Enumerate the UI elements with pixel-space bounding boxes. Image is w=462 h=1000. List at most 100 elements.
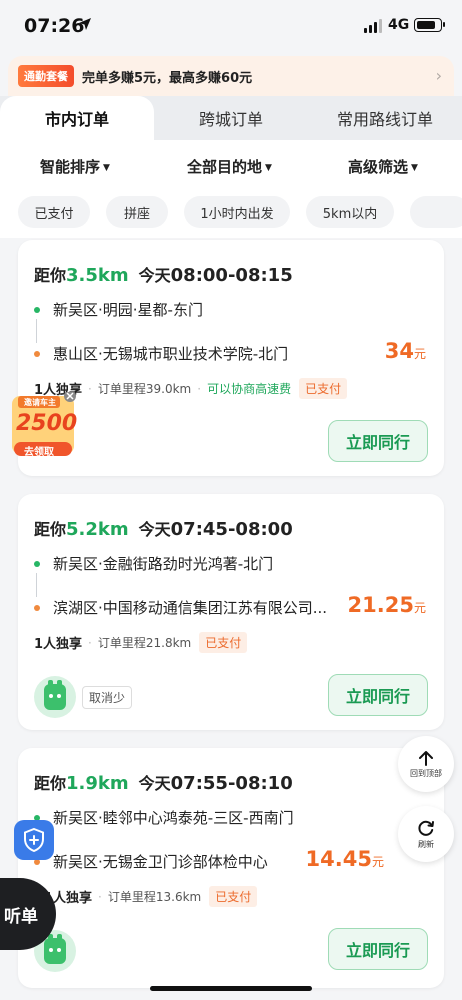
- order-card[interactable]: 距你3.5km 今天08:00-08:15 新吴区·明园·星都-东门 惠山区·无锡…: [18, 240, 444, 476]
- caret-down-icon: ▼: [103, 163, 110, 173]
- back-to-top-button[interactable]: 回到顶部: [398, 736, 454, 792]
- order-price: 34元: [385, 339, 426, 363]
- price-unit: 元: [371, 855, 384, 869]
- quick-filter-chips: 已支付 拼座 1小时内出发 5km以内: [0, 192, 462, 238]
- order-mileage: 订单里程39.0km: [97, 382, 192, 396]
- origin-address: 新吴区·睦邻中心鸿泰苑-三区-西南门: [53, 809, 294, 827]
- seat-type: 1人独享: [34, 637, 83, 652]
- caret-down-icon: ▼: [265, 163, 272, 173]
- refresh-button[interactable]: 刷新: [398, 806, 454, 862]
- origin-address: 新吴区·明园·星都-东门: [53, 301, 203, 319]
- route-line: [36, 319, 37, 343]
- paid-badge: 已支付: [199, 632, 248, 653]
- order-meta: 1人独享 · 订单里程21.8km 已支付: [34, 632, 248, 653]
- distance-value: 1.9km: [66, 773, 129, 794]
- order-card[interactable]: 距你5.2km 今天07:45-08:00 新吴区·金融街路劲时光鸿著-北门 滨湖…: [18, 494, 444, 730]
- mascot-icon: [44, 680, 66, 710]
- route-line: [36, 573, 37, 597]
- promo-banner[interactable]: 通勤套餐 完单多赚5元，最高多赚60元 ›: [8, 56, 454, 96]
- arrow-up-icon: [419, 751, 433, 766]
- join-ride-button[interactable]: 立即同行: [328, 928, 428, 970]
- price-value: 21.25: [347, 593, 414, 617]
- order-mileage: 订单里程21.8km: [97, 636, 192, 650]
- origin-dot: [34, 307, 40, 313]
- order-distance-time: 距你3.5km 今天08:00-08:15: [34, 262, 293, 286]
- chip-within-5km[interactable]: 5km以内: [306, 196, 394, 228]
- destination-dot: [34, 351, 40, 357]
- filter-destination[interactable]: 全部目的地 ▼: [187, 156, 272, 177]
- order-tabs: 市内订单 跨城订单 常用路线订单: [0, 96, 462, 140]
- chevron-right-icon: ›: [435, 66, 442, 85]
- order-price: 14.45元: [306, 847, 384, 871]
- chip-within-hour[interactable]: 1小时内出发: [184, 196, 290, 228]
- promo-text: 完单多赚5元，最高多赚60元: [82, 70, 253, 86]
- location-arrow-icon: [79, 18, 91, 30]
- filter-sort[interactable]: 智能排序 ▼: [40, 156, 110, 177]
- chip-more[interactable]: [410, 196, 462, 228]
- recruit-driver-badge[interactable]: 邀请车主 2500 去领取: [10, 390, 78, 462]
- order-distance-time: 距你5.2km 今天07:45-08:00: [34, 516, 293, 540]
- destination-address: 新吴区·无锡金卫门诊部体检中心: [53, 853, 268, 871]
- paid-badge: 已支付: [299, 378, 348, 399]
- distance-prefix: 距你: [34, 520, 67, 539]
- order-card[interactable]: 距你1.9km 今天07:55-08:10 新吴区·睦邻中心鸿泰苑-三区-西南门 …: [18, 748, 444, 988]
- tab-city-orders[interactable]: 市内订单: [0, 96, 154, 140]
- time-window: 07:55-08:10: [170, 773, 293, 794]
- close-icon[interactable]: [64, 390, 76, 402]
- tab-intercity-orders[interactable]: 跨城订单: [154, 96, 308, 140]
- shield-plus-icon: [24, 828, 44, 852]
- join-ride-button[interactable]: 立即同行: [328, 420, 428, 462]
- status-bar: 07:26 4G: [0, 0, 462, 52]
- destination-address: 滨湖区·中国移动通信集团江苏有限公司...: [53, 599, 328, 617]
- recruit-cta: 去领取: [24, 447, 54, 458]
- order-distance-time: 距你1.9km 今天07:55-08:10: [34, 770, 293, 794]
- price-value: 14.45: [305, 847, 372, 871]
- day-label: 今天: [138, 266, 171, 285]
- distance-value: 3.5km: [66, 265, 129, 286]
- status-time: 07:26: [24, 15, 85, 37]
- refresh-icon: [418, 820, 434, 836]
- day-label: 今天: [138, 520, 171, 539]
- filter-destination-label: 全部目的地: [187, 158, 263, 176]
- network-type: 4G: [388, 17, 410, 33]
- caret-down-icon: ▼: [411, 163, 418, 173]
- battery-icon: [414, 18, 445, 32]
- price-value: 34: [384, 339, 414, 363]
- price-unit: 元: [413, 601, 426, 615]
- chip-carpool[interactable]: 拼座: [106, 196, 168, 228]
- less-cancel-tag: 取消少: [82, 686, 133, 709]
- price-unit: 元: [413, 347, 426, 361]
- distance-value: 5.2km: [66, 519, 129, 540]
- toll-negotiable: 可以协商高速费: [207, 382, 292, 396]
- time-window: 08:00-08:15: [170, 265, 293, 286]
- destination-address: 惠山区·无锡城市职业技术学院-北门: [53, 345, 289, 363]
- day-label: 今天: [138, 774, 171, 793]
- back-to-top-label: 回到顶部: [410, 769, 442, 778]
- home-indicator: [150, 986, 312, 991]
- listen-orders-label: 听单: [4, 906, 38, 927]
- join-ride-button[interactable]: 立即同行: [328, 674, 428, 716]
- recruit-top-label: 邀请车主: [24, 398, 56, 407]
- distance-prefix: 距你: [34, 774, 67, 793]
- order-meta: 1人独享 · 订单里程39.0km · 可以协商高速费 已支付: [34, 378, 348, 399]
- refresh-label: 刷新: [418, 840, 434, 849]
- destination-dot: [34, 605, 40, 611]
- filter-sort-label: 智能排序: [40, 158, 101, 176]
- origin-address: 新吴区·金融街路劲时光鸿著-北门: [53, 555, 274, 573]
- promo-tag: 通勤套餐: [18, 65, 74, 87]
- order-mileage: 订单里程13.6km: [107, 890, 202, 904]
- order-price: 21.25元: [348, 593, 426, 617]
- distance-prefix: 距你: [34, 266, 67, 285]
- chip-paid[interactable]: 已支付: [18, 196, 90, 228]
- order-meta: 1人独享 · 订单里程13.6km 已支付: [44, 886, 258, 907]
- safety-shield-button[interactable]: [14, 820, 54, 860]
- paid-badge: 已支付: [209, 886, 258, 907]
- recruit-amount: 2500: [16, 411, 78, 436]
- origin-dot: [34, 561, 40, 567]
- tab-common-route-orders[interactable]: 常用路线订单: [308, 96, 462, 140]
- avatar: [34, 676, 76, 718]
- time-window: 07:45-08:00: [170, 519, 293, 540]
- signal-icon: [364, 19, 382, 33]
- filter-advanced[interactable]: 高级筛选 ▼: [348, 156, 418, 177]
- filter-bar: 智能排序 ▼ 全部目的地 ▼ 高级筛选 ▼: [0, 140, 462, 192]
